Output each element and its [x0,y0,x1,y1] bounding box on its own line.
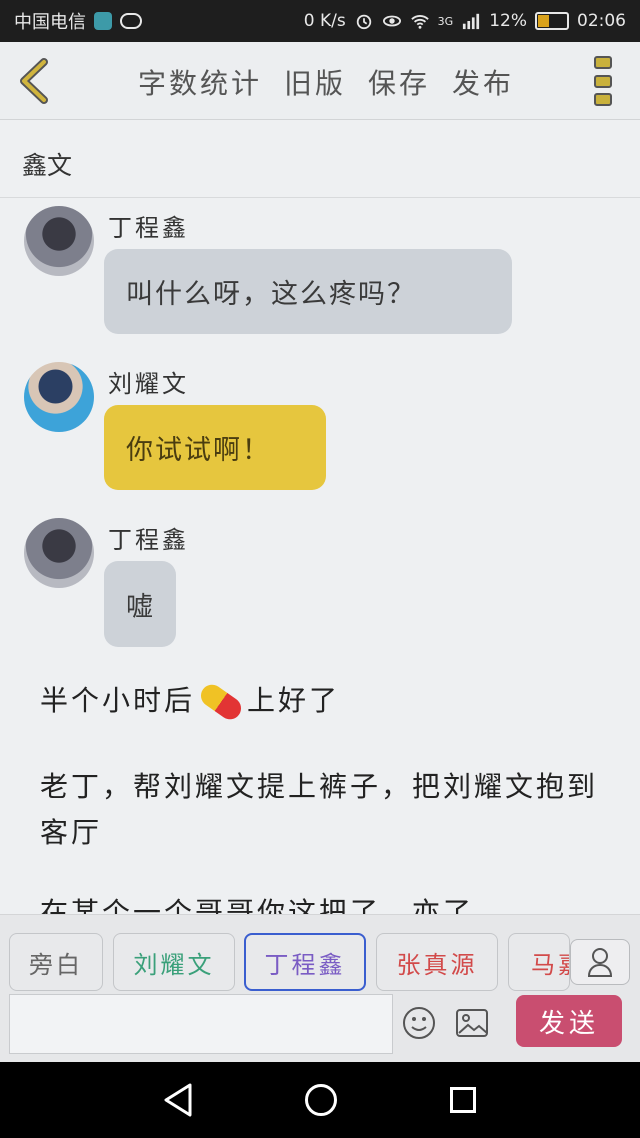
signal-icon [463,13,480,30]
chat-message: 丁程鑫 嘘 [0,518,640,648]
nav-back-icon[interactable] [162,1082,194,1118]
send-button[interactable]: 发送 [516,995,622,1047]
back-chevron-icon[interactable] [16,58,52,104]
emoji-icon[interactable] [402,1006,436,1040]
editor-header: 字数统计 旧版 保存 发布 [0,42,640,120]
shield-icon [94,12,112,30]
system-nav-bar [0,1062,640,1138]
character-tab-ding-chengxin[interactable]: 丁程鑫 [244,933,366,991]
character-tab-zhang-zhenyuan[interactable]: 张真源 [376,933,498,991]
nav-home-icon[interactable] [305,1084,337,1116]
wechat-icon [120,13,142,29]
narration-paragraph[interactable]: 在某个一个哥哥你这把了，亦了 [40,890,610,914]
publish-button[interactable]: 发布 [452,62,514,102]
character-tab-ma-jia[interactable]: 马嘉 [508,933,570,991]
wifi-icon [410,15,429,29]
avatar[interactable] [24,518,94,588]
message-bubble[interactable]: 你试试啊！ [104,405,326,490]
avatar[interactable] [24,362,94,432]
clock: 02:06 [577,11,626,31]
message-bubble[interactable]: 叫什么呀，这么疼吗？ [104,249,512,334]
chat-message: 丁程鑫 叫什么呀，这么疼吗？ [0,206,640,336]
nav-recent-apps-icon[interactable] [450,1087,476,1113]
alarm-icon [356,14,371,30]
story-title[interactable]: 鑫文 [0,120,640,198]
battery-percent: 12% [489,11,527,31]
narration-paragraph[interactable]: 半个小时后 上好了 [40,678,610,724]
character-tab-narrator[interactable]: 旁白 [9,933,103,991]
image-icon[interactable] [455,1008,489,1038]
eye-icon [382,15,401,27]
network-type: 3G [437,14,454,28]
chat-message: 刘耀文 你试试啊！ [0,362,640,492]
pill-emoji-icon [196,680,246,724]
word-count-button[interactable]: 字数统计 [138,62,262,102]
carrier-label: 中国电信 [14,12,86,33]
user-icon[interactable] [570,939,630,985]
save-button[interactable]: 保存 [368,62,430,102]
character-tab-label: 马嘉 [531,950,569,979]
sender-name: 丁程鑫 [108,214,189,242]
header-actions: 字数统计 旧版 保存 发布 [138,62,514,102]
old-version-button[interactable]: 旧版 [284,62,346,102]
more-menu-icon[interactable] [594,56,616,106]
sender-name: 刘耀文 [108,370,189,398]
battery-icon [535,12,569,30]
sender-name: 丁程鑫 [108,526,189,554]
message-input[interactable] [9,994,393,1054]
character-selector: 旁白 刘耀文 丁程鑫 张真源 马嘉 [0,914,640,992]
narration-text: 半个小时后 [40,684,196,717]
narration-paragraph[interactable]: 老丁，帮刘耀文提上裤子，把刘耀文抱到客厅 [40,764,610,856]
narration-text: 上好了 [247,684,341,717]
avatar[interactable] [24,206,94,276]
message-bubble[interactable]: 嘘 [104,561,176,647]
character-tab-liu-yaowen[interactable]: 刘耀文 [113,933,235,991]
network-speed: 0 K/s [303,11,346,31]
input-bar: 发送 [0,992,640,1062]
status-bar: 中国电信 0 K/s 3G 12% 02:06 [0,0,640,42]
